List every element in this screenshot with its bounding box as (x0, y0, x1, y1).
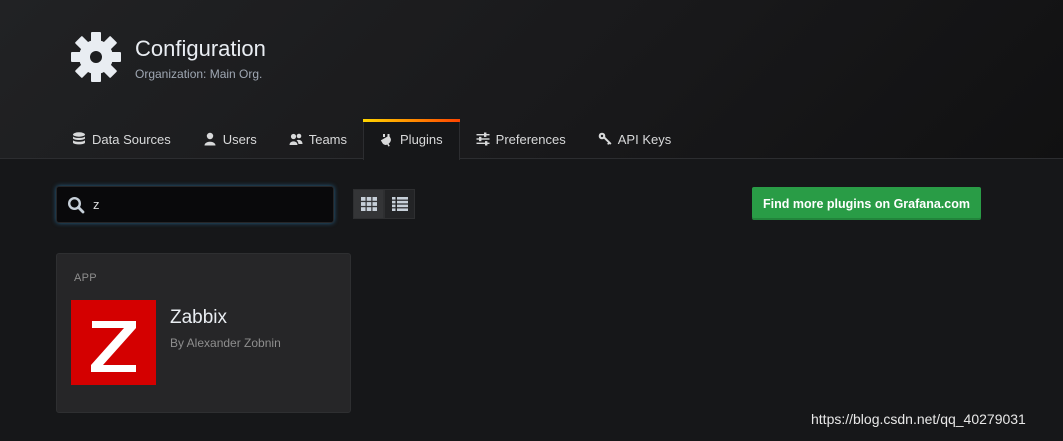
tab-label: Data Sources (92, 131, 171, 147)
grid-icon (360, 197, 377, 211)
database-icon (73, 132, 85, 145)
plugin-search-box[interactable] (56, 186, 334, 223)
gear-icon (71, 32, 121, 82)
tab-label: Teams (308, 131, 348, 147)
list-view-button[interactable] (384, 189, 415, 219)
tab-label: Preferences (495, 131, 566, 147)
users-icon (289, 133, 303, 145)
page-header: Configuration Organization: Main Org. Da… (0, 0, 1063, 160)
plugin-author: By Alexander Zobnin (170, 336, 281, 350)
plug-icon (380, 133, 391, 147)
user-icon (204, 132, 216, 146)
plugin-card-zabbix[interactable]: APP Zabbix By Alexander Zobnin (56, 253, 351, 413)
tab-preferences[interactable]: Preferences (460, 119, 582, 159)
tab-data-sources[interactable]: Data Sources (56, 119, 187, 159)
grid-view-button[interactable] (353, 189, 384, 219)
zabbix-logo (71, 300, 156, 385)
search-icon (67, 196, 85, 213)
list-icon (391, 197, 408, 211)
sliders-icon (476, 132, 490, 146)
plugin-name: Zabbix (170, 307, 228, 328)
tab-api-keys[interactable]: API Keys (582, 119, 687, 159)
key-icon (598, 132, 612, 145)
find-more-plugins-button[interactable]: Find more plugins on Grafana.com (752, 187, 981, 220)
tab-teams[interactable]: Teams (273, 119, 363, 159)
tab-bar: Data Sources Users Teams Plugins Prefere… (56, 119, 687, 160)
tab-plugins[interactable]: Plugins (363, 119, 460, 160)
search-input[interactable] (93, 197, 313, 212)
tab-label: Plugins (400, 132, 443, 147)
tab-label: API Keys (617, 131, 672, 147)
tab-users[interactable]: Users (187, 119, 273, 159)
tab-label: Users (222, 131, 257, 147)
page-subtitle: Organization: Main Org. (135, 67, 263, 81)
watermark-text: https://blog.csdn.net/qq_40279031 (811, 411, 1026, 427)
page-title: Configuration (135, 36, 266, 61)
plugin-type-label: APP (74, 272, 97, 284)
layout-toggle (353, 189, 415, 219)
